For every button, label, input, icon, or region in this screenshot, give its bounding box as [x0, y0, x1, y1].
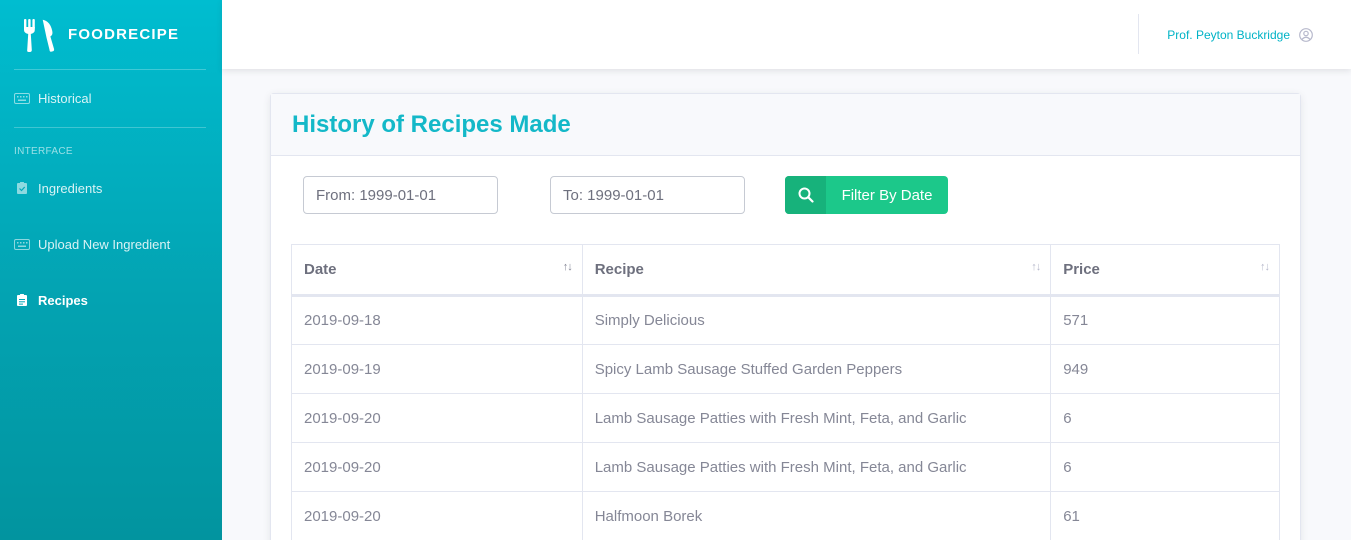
- table-row: 2019-09-18 Simply Delicious 571: [291, 295, 1280, 345]
- sidebar-item-recipes[interactable]: Recipes: [0, 272, 222, 328]
- utensils-icon: [22, 17, 56, 53]
- column-header-price[interactable]: Price ↑↓: [1050, 244, 1280, 297]
- column-header-recipe[interactable]: Recipe ↑↓: [581, 244, 1052, 297]
- cell-date: 2019-09-18: [291, 295, 583, 345]
- cell-date: 2019-09-20: [291, 442, 583, 492]
- cell-recipe: Lamb Sausage Patties with Fresh Mint, Fe…: [581, 393, 1052, 443]
- table-row: 2019-09-19 Spicy Lamb Sausage Stuffed Ga…: [291, 344, 1280, 394]
- search-icon: [785, 176, 826, 214]
- table-header-row: Date ↑↓ Recipe ↑↓ Price ↑↓: [291, 244, 1280, 297]
- keyboard-icon: [14, 93, 30, 105]
- column-header-label: Date: [304, 261, 337, 278]
- cell-recipe: Simply Delicious: [581, 295, 1052, 345]
- sidebar-item-historical[interactable]: Historical: [0, 70, 222, 127]
- filter-by-date-button[interactable]: Filter By Date: [785, 176, 948, 214]
- recipes-history-table: Date ↑↓ Recipe ↑↓ Price ↑↓ 2019-09-18 Si…: [291, 244, 1280, 540]
- cell-price: 6: [1050, 442, 1280, 492]
- to-date-input[interactable]: [550, 176, 745, 214]
- column-header-label: Recipe: [594, 261, 644, 278]
- cell-price: 571: [1050, 295, 1280, 345]
- cell-price: 6: [1050, 393, 1280, 443]
- cell-date: 2019-09-20: [291, 491, 583, 540]
- cell-recipe: Lamb Sausage Patties with Fresh Mint, Fe…: [581, 442, 1052, 492]
- sort-icon: ↑↓: [1031, 261, 1041, 273]
- cell-price: 61: [1050, 491, 1280, 540]
- sidebar-item-label: Recipes: [38, 292, 88, 308]
- user-menu[interactable]: Prof. Peyton Buckridge: [1167, 0, 1313, 69]
- card-header: History of Recipes Made: [271, 94, 1300, 156]
- cell-recipe: Spicy Lamb Sausage Stuffed Garden Pepper…: [581, 344, 1052, 394]
- topbar-divider: [1138, 14, 1139, 54]
- cell-recipe: Halfmoon Borek: [581, 491, 1052, 540]
- from-date-input[interactable]: [303, 176, 498, 214]
- sidebar-item-label: Ingredients: [38, 180, 103, 196]
- topbar: Prof. Peyton Buckridge: [222, 0, 1351, 69]
- column-header-date[interactable]: Date ↑↓: [291, 244, 583, 297]
- page-title: History of Recipes Made: [292, 110, 571, 138]
- table-row: 2019-09-20 Halfmoon Borek 61: [291, 491, 1280, 540]
- cell-date: 2019-09-20: [291, 393, 583, 443]
- sidebar: FOODRECIPE Historical INTERFACE Ingredie…: [0, 0, 222, 540]
- brand-link[interactable]: FOODRECIPE: [0, 0, 222, 69]
- clipboard-check-icon: [14, 182, 30, 194]
- cell-price: 949: [1050, 344, 1280, 394]
- sort-icon: ↑↓: [1260, 261, 1270, 273]
- cell-date: 2019-09-19: [291, 344, 583, 394]
- clipboard-list-icon: [14, 294, 30, 306]
- sidebar-heading: INTERFACE: [14, 146, 73, 157]
- sidebar-item-ingredients[interactable]: Ingredients: [0, 160, 222, 216]
- column-header-label: Price: [1063, 261, 1100, 278]
- sort-icon: ↑↓: [562, 261, 573, 273]
- keyboard-icon: [14, 238, 30, 250]
- sidebar-item-label: Upload New Ingredient: [38, 236, 171, 252]
- user-circle-icon: [1299, 27, 1313, 42]
- history-card: History of Recipes Made Filter By Date D…: [270, 93, 1301, 540]
- table-row: 2019-09-20 Lamb Sausage Patties with Fre…: [291, 393, 1280, 443]
- sidebar-item-upload-new-ingredient[interactable]: Upload New Ingredient: [0, 216, 222, 272]
- filter-button-label: Filter By Date: [841, 186, 933, 204]
- brand-name: FOODRECIPE: [68, 26, 180, 43]
- date-filter-bar: Filter By Date: [271, 176, 1300, 214]
- sidebar-item-label: Historical: [38, 91, 92, 106]
- user-name: Prof. Peyton Buckridge: [1167, 27, 1290, 42]
- table-row: 2019-09-20 Lamb Sausage Patties with Fre…: [291, 442, 1280, 492]
